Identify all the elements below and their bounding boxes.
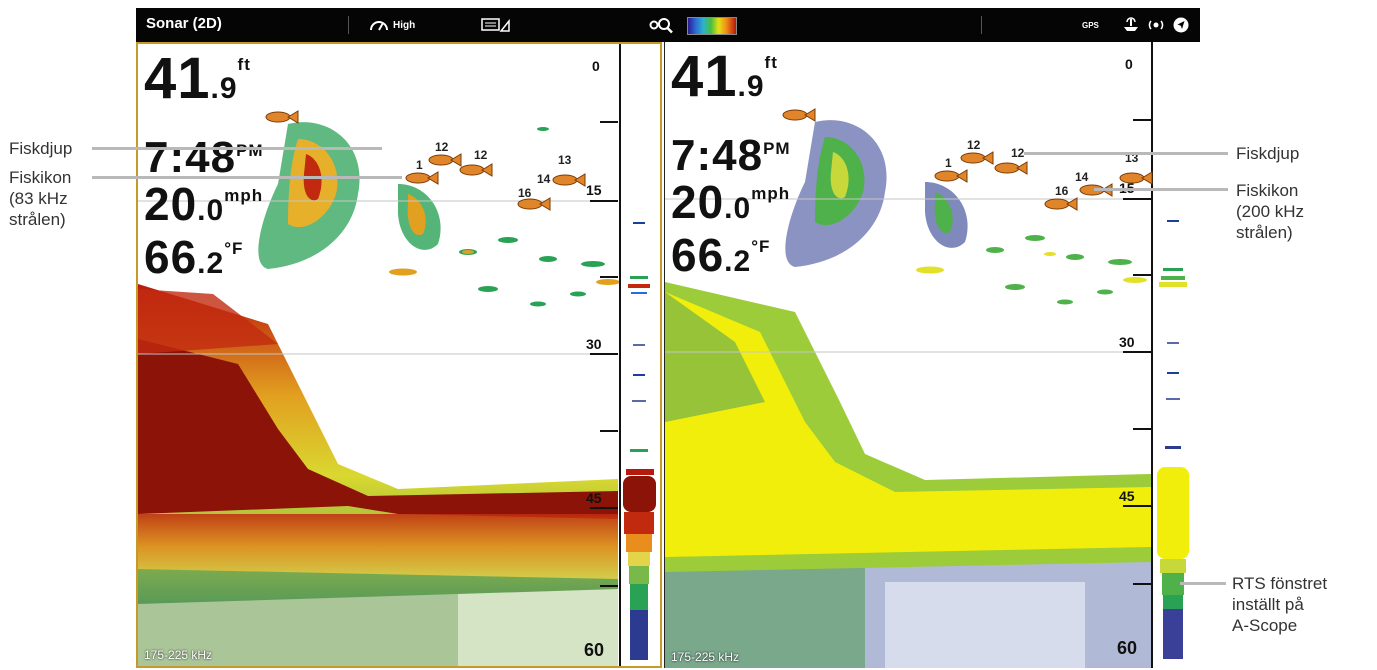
- annotation-fish-icon-right-beam: strålen): [1236, 223, 1293, 242]
- depth-scale-45: 45: [1119, 488, 1135, 504]
- annotation-fish-depth-right: Fiskdjup: [1236, 144, 1300, 163]
- depth-readout: 41.9ft: [671, 44, 778, 109]
- depth-readout: 41.9ft: [144, 46, 251, 111]
- sonar-panel-200khz[interactable]: 41.9ft 7:48PM 20.0mph 66.2°F 0 15 30 45 …: [664, 42, 1200, 668]
- fish-depth-label: 12: [967, 138, 981, 152]
- depth-scale-0: 0: [1125, 56, 1133, 72]
- time-readout: 7:48PM: [671, 131, 791, 180]
- speed-readout: 20.0mph: [671, 176, 791, 228]
- sonar-panel-83khz[interactable]: 41.9ft 7:48PM 20.0mph 66.2°F 0 15 30 45 …: [136, 42, 662, 668]
- annotation-rts-window: RTS fönstret: [1232, 574, 1328, 593]
- zoom-settings-button[interactable]: [648, 14, 674, 36]
- frequency-label: 175-225 kHz: [144, 648, 213, 662]
- leader-line: [92, 147, 382, 150]
- navigation-status[interactable]: [1172, 14, 1190, 36]
- leader-line: [92, 176, 402, 179]
- depth-scale-0: 0: [592, 58, 600, 74]
- boat-icon: [1124, 17, 1138, 31]
- sonar-status[interactable]: [1148, 14, 1164, 36]
- zoom-settings-icon: [649, 18, 673, 34]
- annotation-rts-ascope: A-Scope: [1232, 616, 1298, 635]
- annotation-fish-icon-right: Fiskikon: [1236, 181, 1299, 200]
- depth-scale-30: 30: [586, 336, 602, 352]
- fish-depth-label: 14: [537, 172, 551, 186]
- color-palette-icon[interactable]: [687, 17, 737, 35]
- temperature-readout: 66.2°F: [671, 229, 771, 281]
- time-readout: 7:48PM: [144, 133, 264, 182]
- fish-depth-label: 16: [1055, 184, 1069, 198]
- sensitivity-control[interactable]: High: [368, 14, 415, 36]
- annotation-fish-icon-left-freq: (83 kHz: [9, 189, 68, 208]
- fish-depth-label: 16: [518, 186, 532, 200]
- annotation-fish-icon-left: Fiskikon: [9, 168, 72, 187]
- gps-status[interactable]: GPS: [1082, 14, 1099, 36]
- fish-depth-label: 1: [945, 156, 952, 170]
- speed-readout: 20.0mph: [144, 178, 264, 230]
- view-title[interactable]: Sonar (2D): [146, 15, 222, 32]
- fish-depth-label: 12: [435, 140, 449, 154]
- status-bar: Sonar (2D) High GPS: [136, 8, 1200, 42]
- temperature-readout: 66.2°F: [144, 231, 244, 283]
- depth-scale-15: 15: [586, 182, 602, 198]
- sonar-status-icon: [1148, 20, 1164, 30]
- sonar-screen-icon: [481, 18, 510, 32]
- annotation-fish-icon-left-beam: strålen): [9, 210, 66, 229]
- depth-scale-30: 30: [1119, 334, 1135, 350]
- annotation-fish-icon-right-freq: (200 kHz: [1236, 202, 1305, 221]
- leader-line: [1024, 152, 1228, 155]
- annotation-fish-depth-left: Fiskdjup: [9, 139, 73, 158]
- fish-depth-label: 12: [1011, 146, 1025, 160]
- fish-depth-label: 14: [1075, 170, 1089, 184]
- fish-depth-label: 13: [558, 153, 572, 167]
- frequency-label: 175-225 kHz: [671, 650, 740, 664]
- speed-dial-icon: [370, 21, 388, 31]
- annotation-rts-setting: inställt på: [1232, 595, 1304, 614]
- sensitivity-label: High: [393, 19, 416, 31]
- leader-line: [1094, 188, 1228, 191]
- depth-scale-60: 60: [584, 640, 605, 660]
- navigation-icon: [1173, 17, 1189, 33]
- divider: [981, 16, 982, 34]
- fish-depth-label: 12: [474, 148, 488, 162]
- depth-scale-45: 45: [586, 490, 602, 506]
- boat-status[interactable]: [1122, 14, 1140, 36]
- divider: [348, 16, 349, 34]
- leader-line: [1180, 582, 1226, 585]
- depth-scale-60: 60: [1117, 638, 1138, 658]
- gps-icon: GPS: [1082, 20, 1099, 30]
- fish-depth-label: 1: [416, 158, 423, 172]
- sonar-screen-button[interactable]: [481, 14, 511, 36]
